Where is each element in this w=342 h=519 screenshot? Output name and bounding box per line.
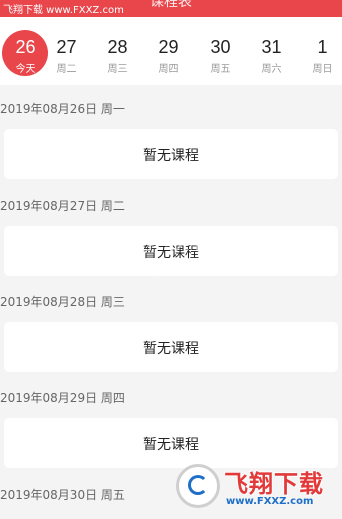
app-header: 课程表 飞翔下载 www.FXXZ.com [0,0,342,17]
schedule-date: 2019年08月30日 周五 [0,488,125,502]
no-course-text: 暂无课程 [143,437,199,453]
day-item-fri[interactable]: 30 周五 [195,17,246,85]
day-item-sun[interactable]: 1 周日 [297,17,342,85]
schedule-date: 2019年08月27日 周二 [0,199,125,213]
course-card[interactable]: 暂无课程 [4,418,338,468]
day-label: 周四 [158,64,179,75]
day-number: 1 [317,37,328,57]
logo-emblem-icon [176,464,220,508]
fxxz-logo: 飞翔下载 www.FXXZ.com [176,462,336,516]
day-number: 30 [210,37,231,57]
course-card[interactable]: 暂无课程 [4,129,338,179]
no-course-text: 暂无课程 [143,341,199,357]
day-label: 周五 [210,64,231,75]
day-number: 29 [158,37,179,57]
logo-brand: 飞翔下载 [224,470,324,498]
site-watermark: 飞翔下载 www.FXXZ.com [3,5,124,16]
day-item-wed[interactable]: 28 周三 [92,17,143,85]
course-card[interactable]: 暂无课程 [4,226,338,276]
course-card[interactable]: 暂无课程 [4,322,338,372]
schedule-date: 2019年08月28日 周三 [0,295,125,309]
day-item-thu[interactable]: 29 周四 [143,17,194,85]
schedule-date: 2019年08月26日 周一 [0,102,125,116]
day-number: 27 [56,37,77,57]
day-label: 周日 [312,64,333,75]
day-item-tue[interactable]: 27 周二 [41,17,92,85]
day-label: 周三 [107,64,128,75]
day-label: 周六 [261,64,282,75]
no-course-text: 暂无课程 [143,245,199,261]
no-course-text: 暂无课程 [143,148,199,164]
schedule-date: 2019年08月29日 周四 [0,391,125,405]
day-number: 28 [107,37,128,57]
day-item-sat[interactable]: 31 周六 [246,17,297,85]
day-label: 周二 [56,64,77,75]
logo-url: www.FXXZ.com [226,496,314,507]
week-day-selector: 26 今天 27 周二 28 周三 29 周四 30 周五 31 周六 1 周日 [0,17,342,85]
day-number: 31 [261,37,282,57]
